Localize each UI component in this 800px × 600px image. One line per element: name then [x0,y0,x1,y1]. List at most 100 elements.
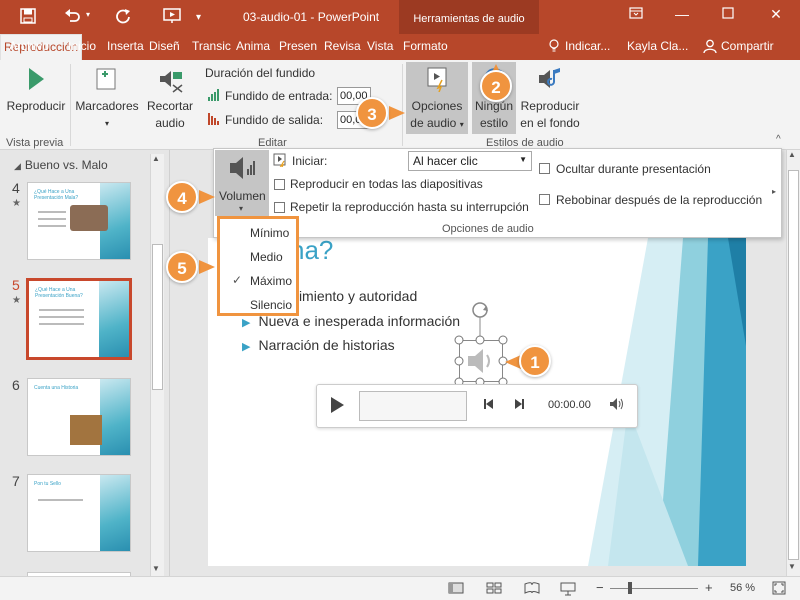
scroll-up-icon[interactable]: ▲ [788,150,796,159]
share-button[interactable]: Compartir [697,36,793,58]
play-across-slides-checkbox[interactable] [274,179,285,190]
save-icon[interactable] [20,8,36,28]
customize-qat-icon[interactable]: ▾ [196,12,201,23]
minimize-icon[interactable]: — [672,6,692,22]
scroll-down-icon[interactable]: ▼ [788,562,796,571]
collapse-section-icon[interactable]: ◢ [14,161,21,171]
tab-archivo[interactable]: Archivo [9,39,49,53]
callout-3: 3 [356,97,388,129]
present-from-start-icon[interactable] [163,8,181,28]
editor-scrollbar[interactable]: ▲ ▼ [786,150,800,576]
checkmark-icon: ✓ [232,273,243,287]
tab-insertar[interactable]: Inserta [107,39,144,53]
bullet-text: Narración de historias [258,337,395,353]
scroll-thumb[interactable] [788,170,799,560]
chevron-down-icon: ▾ [104,119,109,128]
volume-option-silencio[interactable]: Silencio [250,298,292,312]
callout-4: 4 [166,181,198,213]
volume-option-maximo[interactable]: Máximo [250,274,292,288]
undo-icon[interactable] [64,8,82,28]
callout-5: 5 [166,251,198,283]
share-label: Compartir [721,39,774,53]
tell-me-box[interactable]: Indicar... [565,39,610,53]
play-label: Reproducir [6,99,66,113]
hide-during-show-checkbox[interactable] [539,163,550,174]
player-forward-icon[interactable] [513,398,525,413]
normal-view-icon[interactable] [448,582,464,597]
redo-icon[interactable] [115,8,131,28]
rewind-checkbox[interactable] [539,194,550,205]
bullet-arrow-icon: ▶ [242,341,251,353]
zoom-out-icon[interactable]: − [596,580,604,595]
volume-option-minimo[interactable]: Mínimo [250,226,289,240]
slide-number: 6 [12,377,20,393]
thumbnails-scrollbar[interactable]: ▲ ▼ [150,154,164,578]
slide-thumbnail-5[interactable]: ¿Qué Hace a Una Presentación Buena? [26,278,132,360]
fit-slide-icon[interactable] [772,581,786,598]
panel-scroll-right-icon[interactable]: ▸ [772,187,776,196]
player-timeline[interactable] [359,391,467,421]
document-title: 03-audio-01 - PowerPoint [243,10,380,24]
bullet-item: ▶ Narración de historias [242,337,395,353]
tab-animaciones[interactable]: Anima [236,39,270,53]
player-play-icon[interactable] [329,396,345,417]
loop-checkbox[interactable] [274,202,285,213]
ribbon: Reproducir Vista previa Marcadores ▾ Rec… [0,60,800,150]
tab-transiciones[interactable]: Transic [192,39,231,53]
tab-vista[interactable]: Vista [367,39,393,53]
scroll-thumb[interactable] [152,244,163,390]
fade-out-icon [207,112,221,129]
slide-sorter-icon[interactable] [486,582,502,597]
start-select[interactable]: Al hacer clic ▼ [408,151,532,171]
tab-diseno[interactable]: Diseñ [149,39,180,53]
zoom-slider-thumb[interactable] [628,582,632,594]
fade-out-label: Fundido de salida: [225,113,324,127]
divider [70,64,71,146]
loop-label: Repetir la reproducción hasta su interru… [290,200,529,214]
slide-thumbnail-6[interactable]: Cuenta una Historia [27,378,131,456]
account-name[interactable]: Kayla Cla... [627,39,688,53]
slideshow-view-icon[interactable] [560,582,576,599]
audio-options-label-2: de audio [410,116,457,130]
thumb-title: Pon tu Sello [34,481,61,487]
slide-thumbnail-4[interactable]: ¿Qué Hace a Una Presentación Mala? [27,182,131,260]
ribbon-tabs: Archivo Inicio Inserta Diseñ Transic Ani… [0,34,800,60]
tell-me-icon[interactable] [549,39,559,55]
section-title[interactable]: ◢ Bueno vs. Malo [14,158,108,172]
tab-formato[interactable]: Formato [403,39,448,53]
rewind-label: Rebobinar después de la reproducción [556,193,763,207]
reading-view-icon[interactable] [524,582,540,597]
title-bar: ▾ ▾ 03-audio-01 - PowerPoint Herramienta… [0,0,800,34]
player-back-icon[interactable] [483,398,495,413]
slide-thumbnail-7[interactable]: Pon tu Sello [27,474,131,552]
volume-option-medio[interactable]: Medio [250,250,283,264]
volume-icon [230,157,255,179]
audio-options-button[interactable]: Opciones de audio ▾ [406,62,468,134]
user-icon [703,39,717,56]
scroll-up-icon[interactable]: ▲ [152,154,160,163]
volume-button[interactable]: Volumen ▾ [215,150,269,216]
ribbon-display-options-icon[interactable] [626,6,646,22]
tab-revisar[interactable]: Revisa [324,39,361,53]
zoom-slider[interactable] [610,588,698,589]
play-bg-label-1: Reproducir [520,99,580,113]
contextual-tools-label: Herramientas de audio [399,0,539,34]
tab-presentacion[interactable]: Presen [279,39,317,53]
trim-audio-icon [142,66,198,98]
collapse-ribbon-icon[interactable]: ^ [776,134,781,145]
start-select-value: Al hacer clic [413,154,478,168]
zoom-level[interactable]: 56 % [730,582,755,594]
close-icon[interactable]: ✕ [766,6,786,23]
play-in-background-button[interactable]: Reproducir en el fondo [516,62,584,134]
tab-inicio[interactable]: Inicio [68,39,96,53]
zoom-in-icon[interactable]: + [705,580,713,595]
trim-audio-button[interactable]: Recortar audio [142,66,198,134]
group-preview-label: Vista previa [6,137,64,149]
selection-handles[interactable] [453,296,513,388]
player-volume-icon[interactable] [609,397,625,414]
play-button[interactable]: Reproducir [4,66,68,126]
scroll-down-icon[interactable]: ▼ [152,564,160,573]
undo-dropdown-icon[interactable]: ▾ [86,10,90,19]
maximize-icon[interactable] [718,6,738,22]
bookmarks-button[interactable]: Marcadores ▾ [74,66,140,134]
